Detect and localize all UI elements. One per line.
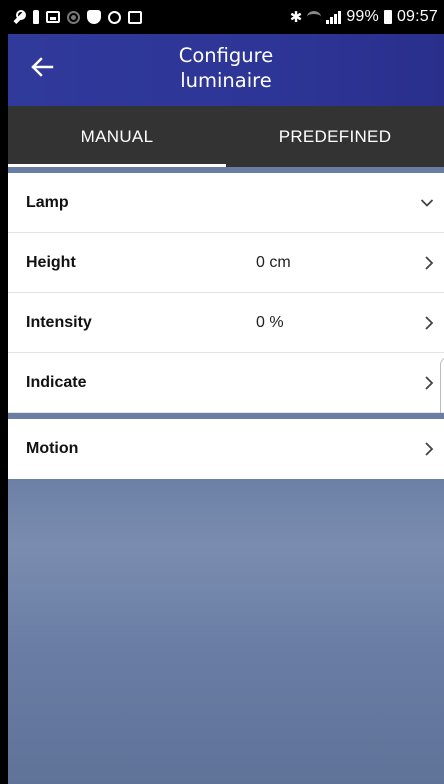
motion-row[interactable]: Motion [8,419,444,479]
height-label: Height [26,253,76,271]
page-title-line1: Configure [178,44,274,67]
status-notifications [12,10,142,24]
wifi-icon [307,11,322,23]
battery-icon [383,10,392,24]
lamp-settings-card: Lamp Height 0 cm Intensity 0 % Indicate [8,173,444,525]
intensity-row[interactable]: Intensity 0 % [8,293,444,353]
bulb-icon [33,10,39,24]
cast-icon [128,10,142,24]
wrench-icon [12,10,26,24]
chevron-right-icon [424,441,434,457]
status-bar: ✱ 99% 09:57 [8,0,444,34]
phone-screen: ✱ 99% 09:57 Configure luminaire MANUAL P… [8,0,444,784]
face-icon [87,10,101,24]
height-row[interactable]: Height 0 cm [8,233,444,293]
chevron-right-icon [424,315,434,331]
motion-card: Motion [8,419,444,479]
status-system: ✱ 99% 09:57 [290,8,438,26]
indicate-label: Indicate [26,373,87,391]
lamp-row[interactable]: Lamp [8,173,444,233]
page-title: Configure luminaire [8,43,444,93]
tab-bar: MANUAL PREDEFINED [8,106,444,167]
circle-icon [108,10,121,24]
bluetooth-icon: ✱ [289,8,303,26]
signal-icon [326,10,342,24]
chevron-down-icon [420,198,434,208]
target-icon [67,10,80,24]
battery-percent: 99% [346,8,379,25]
app-bar: Configure luminaire [8,34,444,106]
height-value: 0 cm [256,253,291,271]
chevron-right-icon [424,375,434,391]
intensity-value: 0 % [256,313,284,331]
page-title-line2: luminaire [180,69,272,92]
image-icon [46,11,60,23]
tab-manual[interactable]: MANUAL [8,106,226,167]
intensity-label: Intensity [26,313,92,331]
indicate-row[interactable]: Indicate [8,353,444,413]
empty-background [8,479,444,784]
chevron-right-icon [424,255,434,271]
tab-predefined[interactable]: PREDEFINED [226,106,444,167]
lamp-label: Lamp [26,193,69,211]
motion-label: Motion [26,440,79,457]
clock: 09:57 [396,8,438,25]
